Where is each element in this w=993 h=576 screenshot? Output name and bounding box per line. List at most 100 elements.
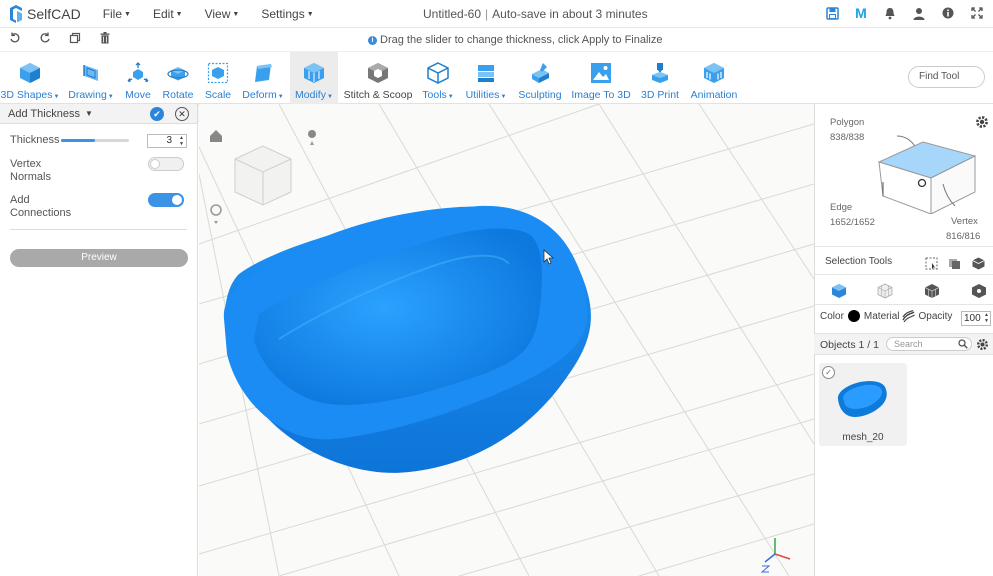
face-mode-icon[interactable]: [877, 283, 893, 299]
add-connections-label-1: Add: [10, 194, 30, 206]
hint-message: i Drag the slider to change thickness, c…: [368, 34, 662, 46]
3d-print-icon: [652, 63, 668, 83]
material-icon[interactable]: [902, 310, 916, 322]
info-icon[interactable]: [940, 5, 956, 21]
image-to-3d-icon: [591, 63, 611, 83]
search-icon[interactable]: [958, 339, 968, 349]
apply-button[interactable]: ✔: [150, 107, 164, 121]
copy-icon[interactable]: [68, 32, 82, 47]
app-name: SelfCAD: [27, 5, 81, 22]
divider: [815, 274, 993, 275]
menu-view[interactable]: View ▼: [205, 7, 240, 21]
redo-icon[interactable]: [38, 32, 52, 47]
m-icon[interactable]: M: [853, 5, 869, 21]
polygon-count: 838/838: [830, 132, 865, 143]
tool-modify[interactable]: Modify▼: [290, 52, 338, 104]
box-select-icon[interactable]: [925, 257, 938, 270]
divider: [815, 304, 993, 305]
tool-deform[interactable]: Deform▼: [240, 52, 286, 104]
tool-drawing[interactable]: Drawing▼: [66, 52, 116, 104]
vertex-normals-label-1: Vertex: [10, 158, 42, 170]
stitch-scoop-icon: [368, 63, 388, 83]
selection-mode-cube[interactable]: [875, 122, 979, 214]
vertex-count: 816/816: [946, 231, 981, 242]
scale-icon: [207, 62, 229, 84]
objects-count: Objects 1 / 1: [820, 339, 879, 351]
object-mode-icon[interactable]: [831, 283, 847, 299]
viewport-canvas[interactable]: [199, 104, 814, 576]
save-icon[interactable]: [824, 5, 840, 21]
tool-3d-print[interactable]: 3D Print: [639, 52, 681, 104]
stepper-icon[interactable]: ▲ ▼: [984, 312, 989, 324]
tools-icon: [427, 62, 449, 84]
add-connections-toggle[interactable]: [148, 193, 184, 207]
tool-utilities[interactable]: Utilities▼: [463, 52, 509, 104]
polygon-label: Polygon: [830, 117, 865, 128]
thickness-input[interactable]: 3 ▲ ▼: [147, 134, 187, 148]
tool-move[interactable]: Move: [122, 52, 154, 104]
edge-label: Edge: [830, 202, 853, 213]
modify-icon: [304, 63, 324, 83]
tool-rotate[interactable]: Rotate: [160, 52, 196, 104]
divider: [815, 246, 993, 247]
view-cube[interactable]: [234, 145, 292, 206]
autosave-status: Auto-save in about 3 minutes: [492, 7, 648, 21]
utilities-icon: [478, 65, 494, 82]
edge-mode-icon[interactable]: [924, 283, 940, 299]
menu-settings[interactable]: Settings ▼: [261, 7, 313, 21]
thickness-label: Thickness: [10, 134, 60, 146]
opacity-input[interactable]: 100 ▲ ▼: [961, 311, 991, 326]
stepper-icon[interactable]: ▲ ▼: [179, 135, 184, 147]
tool-image-to-3d[interactable]: Image To 3D: [570, 52, 632, 104]
find-tool-input[interactable]: Find Tool: [908, 66, 985, 88]
hint-bar: i Drag the slider to change thickness, c…: [0, 28, 993, 52]
undo-icon[interactable]: [8, 32, 22, 47]
menu-file[interactable]: File ▼: [103, 7, 131, 21]
panel-header: Add Thickness ▼ ✔ ✕: [0, 104, 197, 124]
tool-sculpting[interactable]: Sculpting: [516, 52, 564, 104]
camera-icon[interactable]: [210, 204, 222, 224]
tool-animation[interactable]: Animation: [688, 52, 740, 104]
panel-divider: [10, 229, 187, 230]
selection-tools-label: Selection Tools: [825, 256, 893, 267]
main-toolbar: 3D Shapes▼ Drawing▼ Move Rotate Scale De…: [0, 52, 993, 104]
tool-3d-shapes[interactable]: 3D Shapes▼: [1, 52, 59, 104]
vertex-normals-label-2: Normals: [10, 171, 51, 183]
doc-name[interactable]: Untitled-60: [423, 7, 481, 21]
selfcad-logo[interactable]: SelfCAD: [8, 4, 81, 23]
color-swatch[interactable]: [847, 310, 860, 322]
tool-scale[interactable]: Scale: [203, 52, 233, 104]
fullscreen-icon[interactable]: [969, 5, 985, 21]
vertex-normals-toggle[interactable]: [148, 157, 184, 171]
top-icons: M: [824, 5, 985, 21]
sculpting-icon: [532, 63, 549, 83]
object-name: mesh_20: [842, 432, 884, 443]
mesh-object[interactable]: [223, 205, 591, 473]
select-cube-icon[interactable]: [972, 257, 985, 270]
menubar: SelfCAD File ▼ Edit ▼ View ▼ Settings ▼ Unti…: [0, 0, 993, 28]
3d-viewport[interactable]: [199, 104, 814, 576]
deform-icon: [255, 64, 272, 82]
add-connections-label-2: Connections: [10, 207, 72, 219]
object-card[interactable]: ✓ mesh_20: [819, 363, 907, 446]
menu-edit[interactable]: Edit ▼: [153, 7, 183, 21]
vertex-mode-icon[interactable]: [971, 283, 987, 299]
preview-button[interactable]: Preview: [10, 249, 188, 267]
light-icon[interactable]: [308, 130, 316, 145]
caret-down-icon[interactable]: ▼: [85, 109, 93, 118]
delete-icon[interactable]: [98, 32, 112, 47]
info-icon: i: [368, 35, 377, 45]
check-icon[interactable]: ✓: [822, 366, 835, 379]
animation-icon: [704, 63, 724, 83]
select-connected-icon[interactable]: [948, 257, 961, 270]
tool-stitch-scoop[interactable]: Stitch & Scoop: [343, 52, 413, 104]
home-icon[interactable]: [210, 130, 222, 142]
close-button[interactable]: ✕: [175, 107, 189, 121]
tool-tools[interactable]: Tools▼: [419, 52, 457, 104]
panel-title: Add Thickness: [8, 107, 80, 120]
thickness-slider[interactable]: [61, 139, 129, 142]
gear-icon[interactable]: [976, 338, 989, 351]
user-icon[interactable]: [911, 5, 927, 21]
bell-icon[interactable]: [882, 5, 898, 21]
rotate-icon: [167, 67, 189, 81]
